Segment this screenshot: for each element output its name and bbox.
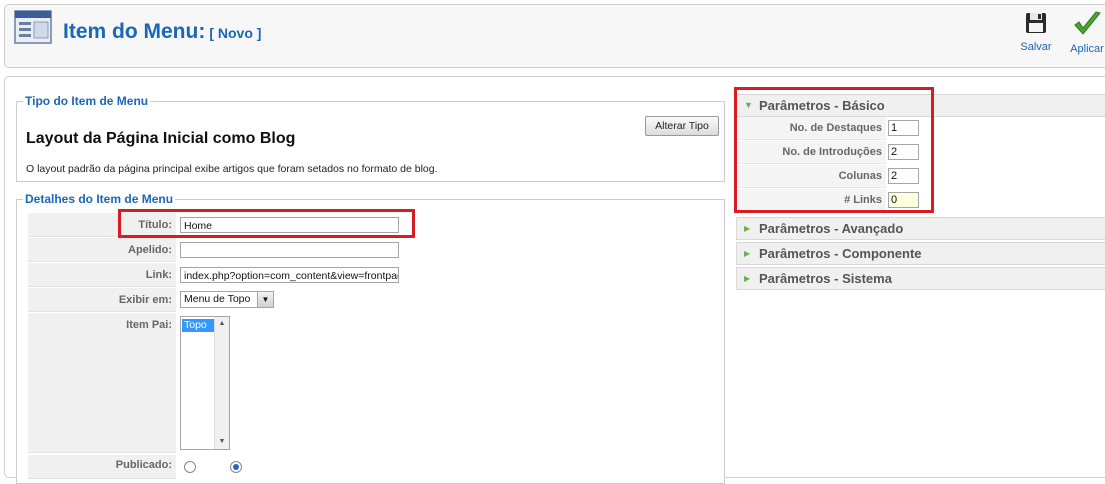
param-label: Colunas [738, 165, 886, 188]
params-basic-title: Parâmetros - Básico [759, 98, 885, 113]
save-label: Salvar [1020, 41, 1052, 53]
title-label: Título: [28, 213, 176, 237]
panel-title: Parâmetros - Sistema [759, 271, 892, 286]
parent-label: Item Pai: [28, 313, 176, 453]
floppy-disk-icon [1026, 13, 1046, 33]
save-button[interactable]: Salvar [1014, 10, 1058, 53]
display-select[interactable]: Menu de Topo ▼ [180, 291, 274, 308]
params-system-panel[interactable]: ▶ Parâmetros - Sistema [736, 267, 1105, 290]
param-label: No. de Introduções [738, 141, 886, 164]
details-legend: Detalhes do Item de Menu [25, 192, 174, 206]
page-title: Item do Menu:[ Novo ] [63, 20, 261, 44]
param-input[interactable]: 1 [888, 120, 919, 136]
collapsed-triangle-icon: ▶ [744, 249, 751, 258]
collapsed-triangle-icon: ▶ [744, 274, 751, 283]
params-basic-panel[interactable]: ▼ Parâmetros - Básico [736, 94, 1105, 117]
apply-button[interactable]: Aplicar [1065, 10, 1105, 55]
scroll-down-icon[interactable]: ▼ [215, 435, 229, 449]
param-input[interactable]: 2 [888, 168, 919, 184]
layout-title: Layout da Página Inicial como Blog [26, 130, 296, 147]
published-radio-no[interactable] [184, 461, 196, 473]
dropdown-arrow-icon[interactable]: ▼ [257, 292, 273, 307]
param-input[interactable]: 0 [888, 192, 919, 208]
expanded-triangle-icon: ▼ [744, 100, 753, 110]
link-field[interactable]: index.php?option=com_content&view=frontp… [180, 267, 399, 283]
display-label: Exibir em: [28, 288, 176, 312]
link-label: Link: [28, 263, 176, 287]
published-label: Publicado: [28, 455, 176, 479]
published-radio-yes[interactable] [230, 461, 242, 473]
display-select-value: Menu de Topo [184, 293, 251, 305]
checkmark-icon [1074, 11, 1101, 35]
listbox-scrollbar[interactable]: ▲ ▼ [214, 317, 229, 449]
collapsed-triangle-icon: ▶ [744, 224, 751, 233]
params-component-panel[interactable]: ▶ Parâmetros - Componente [736, 242, 1105, 265]
param-label: # Links [738, 189, 886, 212]
alias-field[interactable] [180, 242, 399, 258]
menu-type-legend: Tipo do Item de Menu [25, 94, 149, 108]
scroll-up-icon[interactable]: ▲ [215, 317, 229, 331]
panel-title: Parâmetros - Componente [759, 246, 922, 261]
param-label: No. de Destaques [738, 117, 886, 140]
change-type-button[interactable]: Alterar Tipo [645, 116, 719, 136]
panel-title: Parâmetros - Avançado [759, 221, 904, 236]
param-input[interactable]: 2 [888, 144, 919, 160]
alias-label: Apelido: [28, 238, 176, 262]
title-field[interactable]: Home [180, 217, 399, 233]
page-title-text: Item do Menu: [63, 20, 206, 43]
params-advanced-panel[interactable]: ▶ Parâmetros - Avançado [736, 217, 1105, 240]
apply-label: Aplicar [1070, 43, 1104, 55]
page-subtitle: [ Novo ] [209, 25, 262, 41]
layout-description: O layout padrão da página principal exib… [26, 163, 438, 175]
menu-item-icon [14, 10, 52, 44]
parent-listbox[interactable]: Topo ▲ ▼ [180, 316, 230, 450]
parent-option[interactable]: Topo [182, 319, 214, 332]
